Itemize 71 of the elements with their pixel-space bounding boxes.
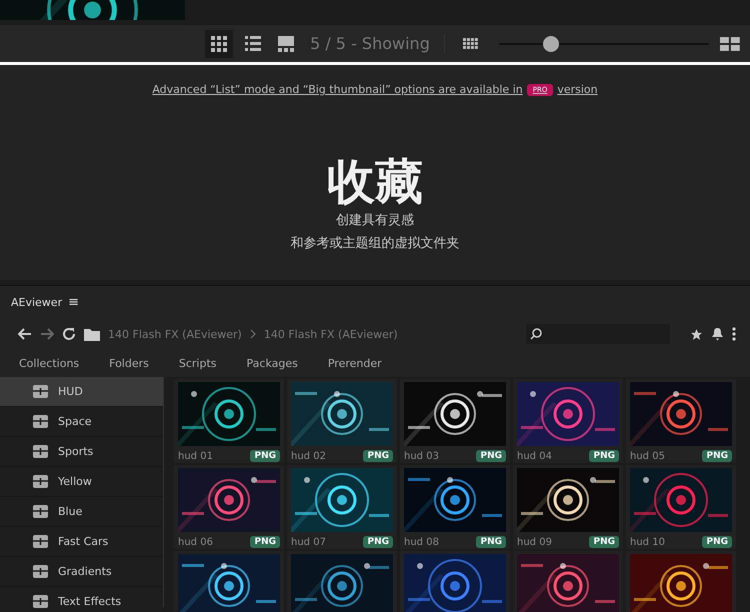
asset-name: hud 04 bbox=[517, 450, 552, 462]
box-icon bbox=[33, 595, 48, 608]
asset-name: hud 01 bbox=[178, 450, 213, 462]
promo-text[interactable]: Advanced “List” mode and “Big thumbnail” options are available in bbox=[152, 83, 523, 96]
asset-card[interactable]: hud 06 PNG bbox=[174, 465, 284, 549]
asset-name: hud 06 bbox=[178, 536, 213, 548]
large-grid-icon[interactable] bbox=[720, 36, 740, 50]
format-badge: PNG bbox=[589, 536, 619, 548]
panel-title: AEviewer bbox=[11, 296, 62, 309]
folder-icon[interactable] bbox=[84, 328, 100, 340]
asset-name: hud 05 bbox=[630, 450, 665, 462]
box-icon bbox=[33, 535, 48, 548]
box-icon bbox=[33, 565, 48, 578]
tab[interactable]: Collections bbox=[19, 354, 80, 372]
chevron-icon bbox=[250, 329, 256, 339]
asset-card[interactable]: hud 07 PNG bbox=[287, 465, 397, 549]
format-badge: PNG bbox=[476, 536, 506, 548]
tab[interactable]: Scripts bbox=[178, 354, 217, 372]
asset-card[interactable]: hud 10 PNG bbox=[626, 465, 736, 549]
refresh-icon[interactable] bbox=[62, 327, 76, 341]
asset-name: hud 07 bbox=[291, 536, 326, 548]
format-badge: PNG bbox=[250, 450, 280, 462]
asset-card[interactable]: hud 05 PNG bbox=[626, 379, 736, 463]
bell-icon[interactable] bbox=[711, 327, 724, 341]
thumbnail-icon bbox=[278, 36, 294, 52]
breadcrumb-link[interactable]: 140 Flash FX (AEviewer) bbox=[264, 328, 398, 340]
small-grid-icon[interactable] bbox=[462, 38, 479, 50]
box-icon bbox=[33, 445, 48, 458]
asset-name: hud 08 bbox=[404, 536, 439, 548]
asset-name: hud 09 bbox=[517, 536, 552, 548]
box-icon bbox=[33, 475, 48, 488]
box-icon bbox=[33, 415, 48, 428]
format-badge: PNG bbox=[250, 536, 280, 548]
sidebar-item[interactable]: HUD bbox=[0, 377, 163, 407]
grid-icon bbox=[210, 36, 227, 52]
back-icon[interactable] bbox=[18, 328, 32, 340]
format-badge: PNG bbox=[476, 450, 506, 462]
asset-card[interactable]: hud 01 PNG bbox=[174, 379, 284, 463]
collections-description: 创建具有灵感 bbox=[336, 212, 414, 229]
collections-description: 和参考或主题组的虚拟文件夹 bbox=[290, 235, 460, 252]
more-icon[interactable] bbox=[732, 327, 736, 341]
format-badge: PNG bbox=[702, 536, 732, 548]
star-icon[interactable] bbox=[690, 328, 703, 340]
asset-name: hud 02 bbox=[291, 450, 326, 462]
tab[interactable]: Folders bbox=[109, 354, 149, 372]
box-icon bbox=[33, 505, 48, 518]
list-icon bbox=[244, 36, 261, 52]
view-button[interactable] bbox=[205, 30, 233, 58]
asset-card[interactable]: hud 09 PNG bbox=[513, 465, 623, 549]
slider-thumb[interactable] bbox=[543, 36, 560, 52]
asset-card[interactable]: hud 04 PNG bbox=[513, 379, 623, 463]
forward-icon[interactable] bbox=[40, 328, 54, 340]
box-icon bbox=[33, 385, 48, 398]
format-badge: PNG bbox=[589, 450, 619, 462]
asset-card[interactable]: hud 03 PNG bbox=[400, 379, 510, 463]
search-field[interactable] bbox=[526, 324, 670, 344]
breadcrumb-link[interactable]: 140 Flash FX (AEviewer) bbox=[108, 328, 242, 340]
format-badge: PNG bbox=[363, 450, 393, 462]
search-icon bbox=[530, 328, 542, 340]
asset-card[interactable]: hud 08 PNG bbox=[400, 465, 510, 549]
asset-name: hud 03 bbox=[404, 450, 439, 462]
collections-title: 收藏 bbox=[327, 158, 423, 206]
tab[interactable]: Packages bbox=[246, 354, 298, 372]
asset-card[interactable]: hud 02 PNG bbox=[287, 379, 397, 463]
tab[interactable]: Prerender bbox=[328, 354, 382, 372]
format-badge: PNG bbox=[363, 536, 393, 548]
asset-name: hud 10 bbox=[630, 536, 665, 548]
format-badge: PNG bbox=[702, 450, 732, 462]
item-count: 5 / 5 - Showing bbox=[310, 34, 445, 53]
promo-text[interactable]: version bbox=[557, 83, 598, 96]
menu-icon[interactable]: ≡ bbox=[68, 295, 80, 310]
